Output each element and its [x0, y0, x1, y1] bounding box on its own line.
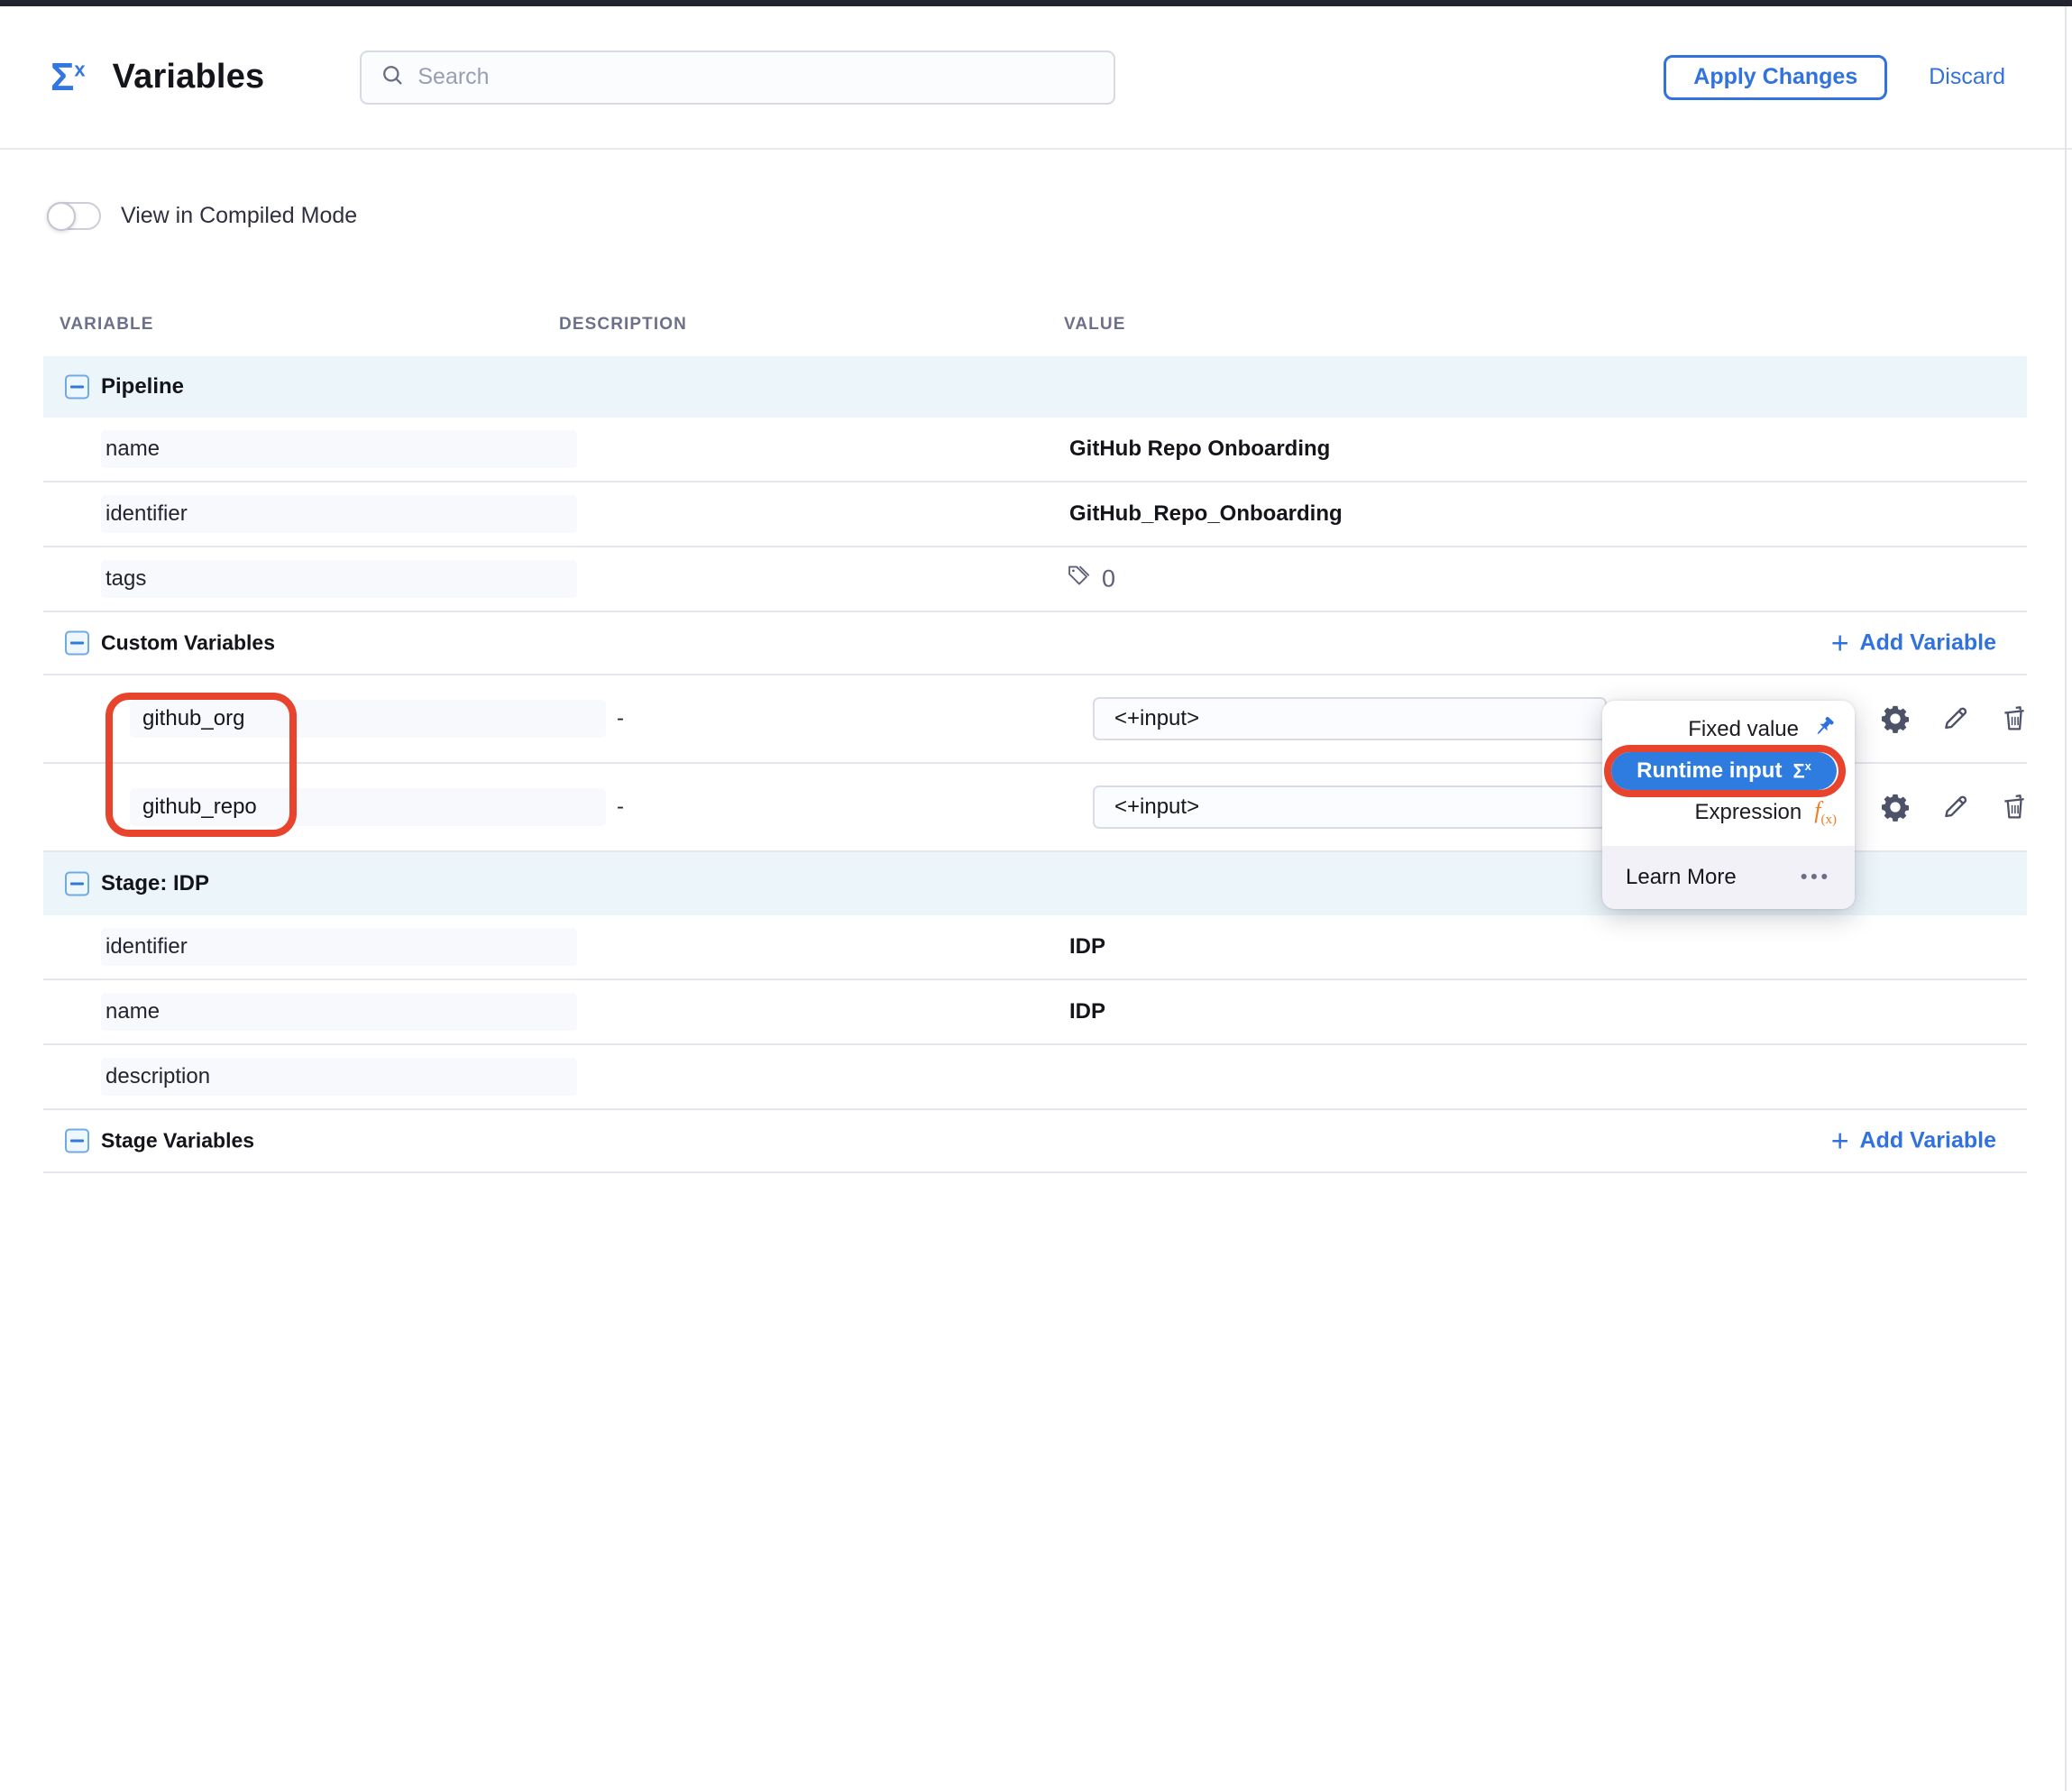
- collapse-icon[interactable]: [65, 872, 89, 896]
- value-input-github-repo[interactable]: <+input>: [1093, 785, 1607, 829]
- variables-panel-header: Σx Variables Apply Changes Discard: [0, 6, 2072, 150]
- menu-item-fixed-value[interactable]: Fixed value: [1602, 709, 1855, 750]
- plus-icon: +: [1831, 630, 1849, 656]
- column-header-value: VALUE: [1064, 315, 1125, 335]
- runtime-input-pill[interactable]: Runtime input Σx: [1611, 752, 1837, 790]
- add-variable-button[interactable]: + Add Variable: [1831, 1128, 1996, 1154]
- more-options-icon[interactable]: •••: [1801, 867, 1831, 888]
- table-row-stage-name: name IDP: [43, 980, 2027, 1045]
- variable-name-cell: github_org: [130, 700, 606, 738]
- variable-name-cell: github_repo: [130, 788, 606, 826]
- section-title-stage-idp: Stage: IDP: [101, 871, 209, 896]
- edit-pencil-icon[interactable]: [1939, 703, 1971, 735]
- column-header-description: DESCRIPTION: [559, 315, 687, 335]
- table-column-headers: VARIABLE DESCRIPTION VALUE: [43, 300, 2027, 356]
- collapse-icon[interactable]: [65, 631, 89, 656]
- value-stage-name: IDP: [1069, 999, 1105, 1024]
- value-type-menu: Fixed value Runtime input Σx Expression …: [1602, 701, 1855, 909]
- table-row-pipeline-identifier: identifier GitHub_Repo_Onboarding: [43, 482, 2027, 547]
- value-type-menu-footer: Learn More •••: [1602, 846, 1855, 909]
- plus-icon: +: [1831, 1128, 1849, 1153]
- panel-right-border: [2065, 6, 2067, 1791]
- variable-name-cell: identifier: [101, 928, 577, 966]
- edit-pencil-icon[interactable]: [1939, 791, 1971, 823]
- section-title-custom-variables: Custom Variables: [101, 631, 275, 656]
- section-row-pipeline: Pipeline: [43, 356, 2027, 418]
- apply-changes-button[interactable]: Apply Changes: [1664, 55, 1887, 100]
- tag-icon: [1066, 564, 1093, 595]
- collapse-icon[interactable]: [65, 375, 89, 400]
- delete-trash-icon[interactable]: [1998, 791, 2031, 823]
- menu-item-expression[interactable]: Expression f(x): [1602, 792, 1855, 833]
- column-header-variable: VARIABLE: [60, 315, 154, 335]
- value-stage-identifier: IDP: [1069, 934, 1105, 960]
- search-box[interactable]: [360, 51, 1115, 105]
- compiled-mode-row: View in Compiled Mode: [47, 202, 2072, 230]
- search-input[interactable]: [417, 64, 1096, 90]
- pin-icon: [1811, 714, 1837, 746]
- learn-more-link[interactable]: Learn More: [1626, 865, 1737, 890]
- discard-button[interactable]: Discard: [1929, 64, 2005, 90]
- tags-count-cell: 0: [1066, 564, 1115, 595]
- row-actions: [1879, 791, 2031, 823]
- variable-name-cell: name: [101, 430, 577, 468]
- top-chrome-bar: [0, 0, 2072, 6]
- table-row-stage-identifier: identifier IDP: [43, 915, 2027, 980]
- section-row-stage-variables: Stage Variables + Add Variable: [43, 1110, 2027, 1173]
- value-type-menu-items: Fixed value Runtime input Σx Expression …: [1602, 701, 1855, 833]
- variable-name-cell: description: [101, 1058, 577, 1096]
- table-row-pipeline-name: name GitHub Repo Onboarding: [43, 418, 2027, 482]
- compiled-mode-toggle[interactable]: [47, 202, 101, 230]
- search-icon: [380, 62, 405, 92]
- menu-item-runtime-input[interactable]: Runtime input Σx: [1602, 750, 1855, 792]
- variables-sigma-icon: Σx: [50, 58, 86, 97]
- settings-gear-icon[interactable]: [1879, 791, 1912, 823]
- variable-name-cell: identifier: [101, 495, 577, 533]
- value-input-github-org[interactable]: <+input>: [1093, 697, 1607, 740]
- value-pipeline-name: GitHub Repo Onboarding: [1069, 436, 1330, 462]
- section-row-custom-variables: Custom Variables + Add Variable: [43, 612, 2027, 675]
- page-title: Variables: [113, 58, 265, 96]
- compiled-mode-label: View in Compiled Mode: [121, 203, 357, 229]
- row-actions: [1879, 703, 2031, 735]
- description-cell: -: [617, 794, 624, 820]
- section-title-pipeline: Pipeline: [101, 374, 184, 400]
- toggle-knob: [47, 202, 76, 231]
- section-title-stage-variables: Stage Variables: [101, 1129, 254, 1153]
- expression-fx-icon: f(x): [1814, 797, 1837, 828]
- collapse-icon[interactable]: [65, 1129, 89, 1153]
- variable-name-cell: tags: [101, 560, 577, 598]
- variable-name-cell: name: [101, 993, 577, 1031]
- delete-trash-icon[interactable]: [1998, 703, 2031, 735]
- value-pipeline-identifier: GitHub_Repo_Onboarding: [1069, 501, 1343, 527]
- tags-count: 0: [1102, 565, 1115, 593]
- runtime-sigma-icon: Σx: [1792, 759, 1811, 783]
- add-variable-button[interactable]: + Add Variable: [1831, 630, 1996, 657]
- description-cell: -: [617, 706, 624, 731]
- settings-gear-icon[interactable]: [1879, 703, 1912, 735]
- table-row-pipeline-tags: tags 0: [43, 547, 2027, 612]
- table-row-stage-description: description: [43, 1045, 2027, 1110]
